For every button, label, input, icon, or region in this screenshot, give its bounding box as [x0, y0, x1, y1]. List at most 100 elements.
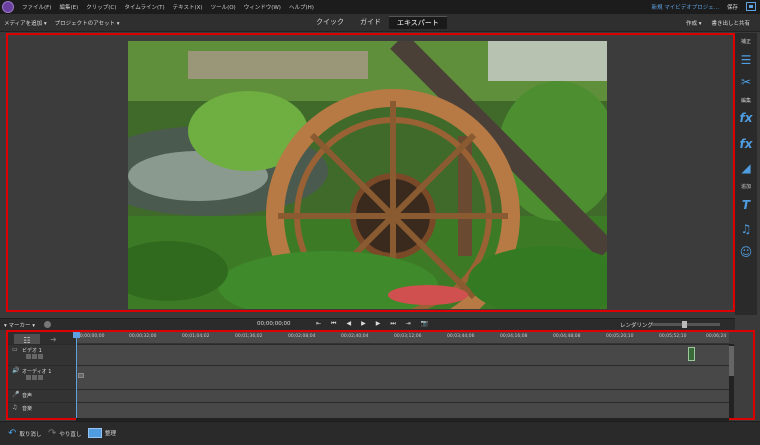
project-assets-button[interactable]: プロジェクトのアセット ▾	[55, 19, 120, 27]
undo-label: 取り消し	[19, 431, 42, 438]
ruler-label: 00;02;40;04	[341, 334, 369, 339]
track-header[interactable]: ▭ ビデオ 1	[8, 345, 76, 365]
add-label: 追加	[740, 184, 751, 190]
track-lane[interactable]	[76, 390, 729, 402]
redo-button[interactable]: ↷ やり直し	[48, 428, 81, 439]
playhead-line[interactable]	[76, 332, 77, 418]
ruler-label: 00;01;04;02	[182, 334, 210, 339]
ruler-label: 00;00;32;00	[129, 334, 157, 339]
undo-button[interactable]: ↶ 取り消し	[8, 428, 41, 439]
play-button[interactable]: ▶	[361, 320, 366, 328]
menu-tools[interactable]: ツール(O)	[211, 3, 236, 11]
undo-icon: ↶	[8, 428, 17, 439]
titles-text-icon[interactable]: T	[739, 198, 753, 212]
video-track-icon: ▭	[12, 346, 18, 353]
video-clip[interactable]	[688, 347, 695, 361]
speaker-icon: 🔊	[12, 367, 20, 374]
music-icon[interactable]: ♫	[739, 222, 753, 236]
track-lane[interactable]	[76, 403, 729, 418]
mode-toolbar: メディアを追加 ▾ プロジェクトのアセット ▾ クイック ガイド エキスパート …	[0, 14, 760, 32]
ruler-label: 00;00;00;00	[77, 334, 105, 339]
save-button[interactable]: 保存	[727, 3, 738, 11]
window-mode-icon[interactable]	[746, 2, 756, 11]
bottom-bar: ↶ 取り消し ↷ やり直し 整理	[0, 421, 760, 445]
track-name: 音声	[22, 393, 33, 399]
step-forward-button[interactable]: ▶	[376, 320, 381, 328]
organizer-button[interactable]: 整理	[88, 428, 116, 438]
track-name: ビデオ 1	[22, 348, 42, 354]
time-ruler[interactable]: 00;00;00;00 00;00;32;00 00;01;04;02 00;0…	[76, 332, 729, 344]
menu-text[interactable]: テキスト(X)	[173, 3, 203, 11]
track-audio-1: 🔊 オーディオ 1	[8, 365, 729, 389]
track-lane[interactable]	[76, 345, 729, 365]
app-logo-icon	[2, 1, 14, 13]
menu-window[interactable]: ウィンドウ(W)	[244, 3, 281, 11]
track-name: オーディオ 1	[22, 369, 52, 375]
menu-bar: ファイル(F) 編集(E) クリップ(C) タイムライン(T) テキスト(X) …	[22, 3, 314, 11]
timeline-panel: ☷ ➜ 00;00;00;00 00;00;32;00 00;01;04;02 …	[6, 330, 755, 422]
goto-end-button[interactable]: ⇥	[406, 320, 411, 328]
track-name: 音楽	[22, 406, 33, 412]
track-music: ♫ 音楽	[8, 402, 729, 418]
effects-icon[interactable]: fx	[739, 137, 753, 151]
add-media-button[interactable]: メディアを追加 ▾	[4, 19, 47, 27]
action-bar: 補正 ☰ ✂ 編集 fx fx ◢ 追加 T ♫ ☺	[735, 33, 757, 315]
music-note-icon: ♫	[12, 404, 18, 411]
timeline-zoom-slider[interactable]	[652, 321, 720, 328]
menu-file[interactable]: ファイル(F)	[22, 3, 51, 11]
tab-guided[interactable]: ガイド	[352, 16, 389, 29]
snapshot-button[interactable]: 📷	[421, 320, 428, 328]
redo-label: やり直し	[59, 431, 82, 438]
ruler-label: 00;01;36;02	[235, 334, 263, 339]
applied-effects-icon[interactable]: fx	[739, 111, 753, 125]
preview-video-frame[interactable]	[128, 41, 607, 309]
track-toggle-buttons[interactable]	[26, 375, 43, 380]
help-icon[interactable]	[44, 321, 51, 328]
menu-timeline[interactable]: タイムライン(T)	[124, 3, 164, 11]
graphics-icon[interactable]: ☺	[739, 245, 753, 259]
tools-icon[interactable]: ✂	[739, 75, 753, 89]
waterwheel-scene-image	[128, 41, 607, 309]
organizer-icon	[88, 428, 102, 438]
title-bar: ファイル(F) 編集(E) クリップ(C) タイムライン(T) テキスト(X) …	[0, 0, 760, 14]
transitions-icon[interactable]: ◢	[739, 161, 753, 175]
smart-trim-icon[interactable]: ➜	[50, 335, 57, 344]
ruler-label: 00;06;24	[706, 334, 727, 339]
adjust-sliders-icon[interactable]: ☰	[739, 53, 753, 67]
track-video-1: ▭ ビデオ 1	[8, 344, 729, 365]
preview-monitor	[6, 33, 735, 312]
export-share-button[interactable]: 書き出しと共有	[711, 19, 750, 27]
menu-help[interactable]: ヘルプ(H)	[289, 3, 314, 11]
timeline-vertical-scrollbar[interactable]	[729, 344, 734, 418]
track-header[interactable]: ♫ 音楽	[8, 403, 76, 418]
ruler-label: 00;05;52;10	[659, 334, 687, 339]
render-button[interactable]: レンダリング	[620, 321, 653, 329]
scrollbar-thumb[interactable]	[729, 346, 734, 376]
current-timecode: 00;00;00;00	[257, 321, 291, 327]
create-button[interactable]: 作成 ▾	[686, 19, 702, 27]
track-toggle-buttons[interactable]	[26, 354, 43, 359]
tab-quick[interactable]: クイック	[308, 16, 352, 29]
ruler-label: 00;02;08;04	[288, 334, 316, 339]
track-lane[interactable]	[76, 366, 729, 389]
adjust-label: 補正	[740, 39, 751, 45]
ruler-label: 00;03;44;06	[447, 334, 475, 339]
zoom-slider-handle[interactable]	[682, 321, 687, 328]
step-back-button[interactable]: ◀	[346, 320, 351, 328]
track-header[interactable]: 🔊 オーディオ 1	[8, 366, 76, 389]
track-header[interactable]: 🎤 音声	[8, 390, 76, 402]
ruler-label: 00;04;16;08	[500, 334, 528, 339]
next-edit-button[interactable]: ⏭	[390, 320, 395, 328]
organizer-label: 整理	[105, 431, 117, 437]
project-name: 新規 マイビデオプロジェ...	[651, 4, 719, 11]
redo-icon: ↷	[48, 428, 57, 439]
marker-menu[interactable]: ▾ マーカー ▾	[4, 321, 35, 329]
audio-clip-marker[interactable]	[78, 373, 84, 378]
prev-edit-button[interactable]: ⏮	[331, 320, 336, 328]
ruler-label: 00;04;48;08	[553, 334, 581, 339]
ruler-label: 00;03;12;06	[394, 334, 422, 339]
menu-edit[interactable]: 編集(E)	[59, 3, 78, 11]
menu-clip[interactable]: クリップ(C)	[86, 3, 116, 11]
tab-expert[interactable]: エキスパート	[389, 16, 447, 29]
goto-start-button[interactable]: ⇤	[316, 320, 321, 328]
